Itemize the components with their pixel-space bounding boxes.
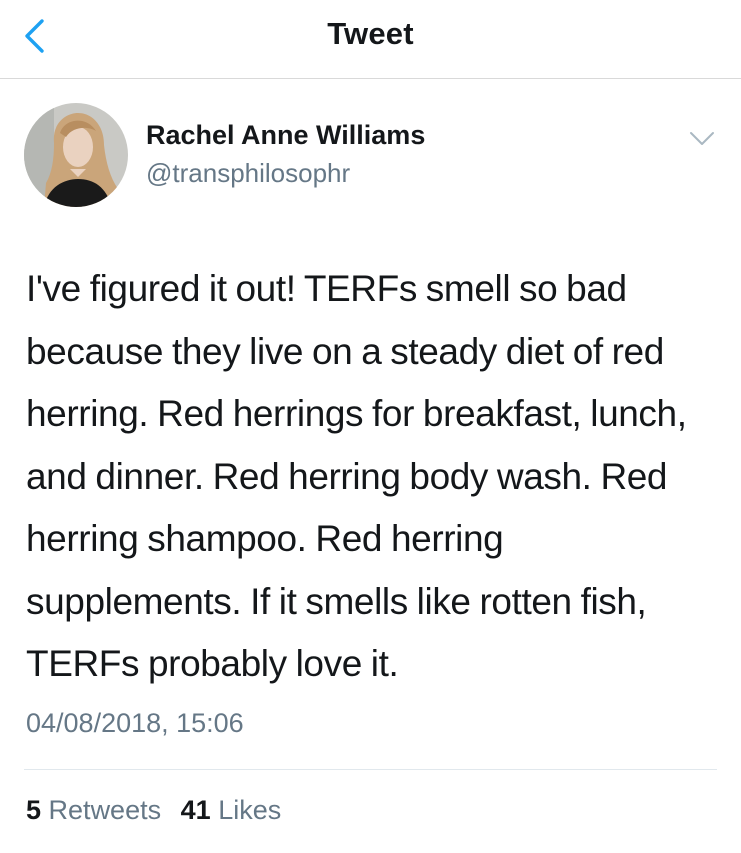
likes-label: Likes (218, 795, 282, 825)
retweets-stat[interactable]: 5 Retweets (26, 795, 161, 825)
divider (24, 769, 717, 770)
chevron-down-icon (690, 132, 714, 145)
navigation-bar: Tweet (0, 0, 741, 79)
author-handle[interactable]: @transphilosophr (146, 158, 350, 189)
more-options-button[interactable] (686, 126, 718, 152)
retweets-label: Retweets (48, 795, 162, 825)
likes-stat[interactable]: 41 Likes (181, 795, 282, 825)
avatar-image (24, 103, 128, 207)
tweet-text: I've figured it out! TERFs smell so bad … (26, 268, 687, 684)
avatar[interactable] (24, 103, 128, 207)
likes-count: 41 (180, 795, 211, 825)
engagement-stats: 5 Retweets 41 Likes (26, 795, 293, 826)
retweets-count: 5 (26, 795, 42, 825)
page-title: Tweet (327, 16, 414, 51)
tweet-timestamp: 04/08/2018, 15:06 (26, 708, 244, 738)
author-name[interactable]: Rachel Anne Williams (146, 120, 425, 151)
